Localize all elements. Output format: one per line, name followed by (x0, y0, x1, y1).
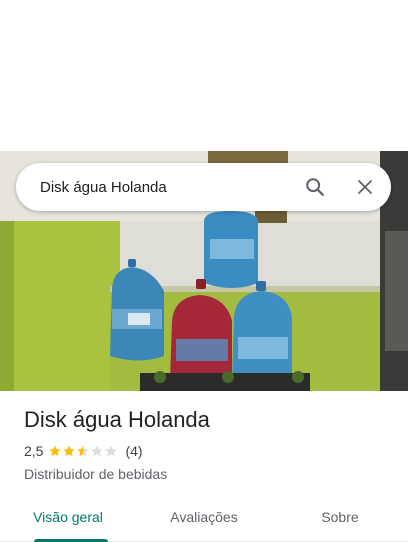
tab-about-label: Sobre (321, 508, 359, 525)
rating-value: 2,5 (24, 443, 44, 459)
tab-reviews-label: Avaliações (170, 508, 238, 525)
rating-stars (48, 444, 118, 458)
tab-overview[interactable]: Visão geral (0, 492, 136, 542)
search-input[interactable]: Disk água Holanda (40, 179, 295, 196)
star-icon (91, 445, 104, 457)
search-icon (306, 178, 324, 196)
tab-overview-label: Visão geral (33, 508, 103, 525)
star-icon (105, 445, 118, 457)
close-button[interactable] (345, 167, 385, 207)
search-bar[interactable]: Disk água Holanda (16, 163, 391, 211)
place-title: Disk água Holanda (24, 407, 210, 432)
star-icon (49, 445, 62, 457)
tab-reviews[interactable]: Avaliações (136, 492, 272, 541)
review-count[interactable]: (4) (125, 443, 142, 459)
place-category[interactable]: Distribuidor de bebidas (24, 465, 392, 483)
place-info: Disk água Holanda 2,5 (4) Distribuidor d… (24, 405, 392, 483)
star-icon (77, 445, 90, 457)
tab-bar: Visão geral Avaliações Sobre (0, 492, 408, 542)
search-button[interactable] (295, 167, 335, 207)
close-icon (358, 180, 372, 194)
star-icon (63, 445, 76, 457)
rating-row[interactable]: 2,5 (4) (24, 442, 392, 460)
tab-about[interactable]: Sobre (272, 492, 408, 541)
